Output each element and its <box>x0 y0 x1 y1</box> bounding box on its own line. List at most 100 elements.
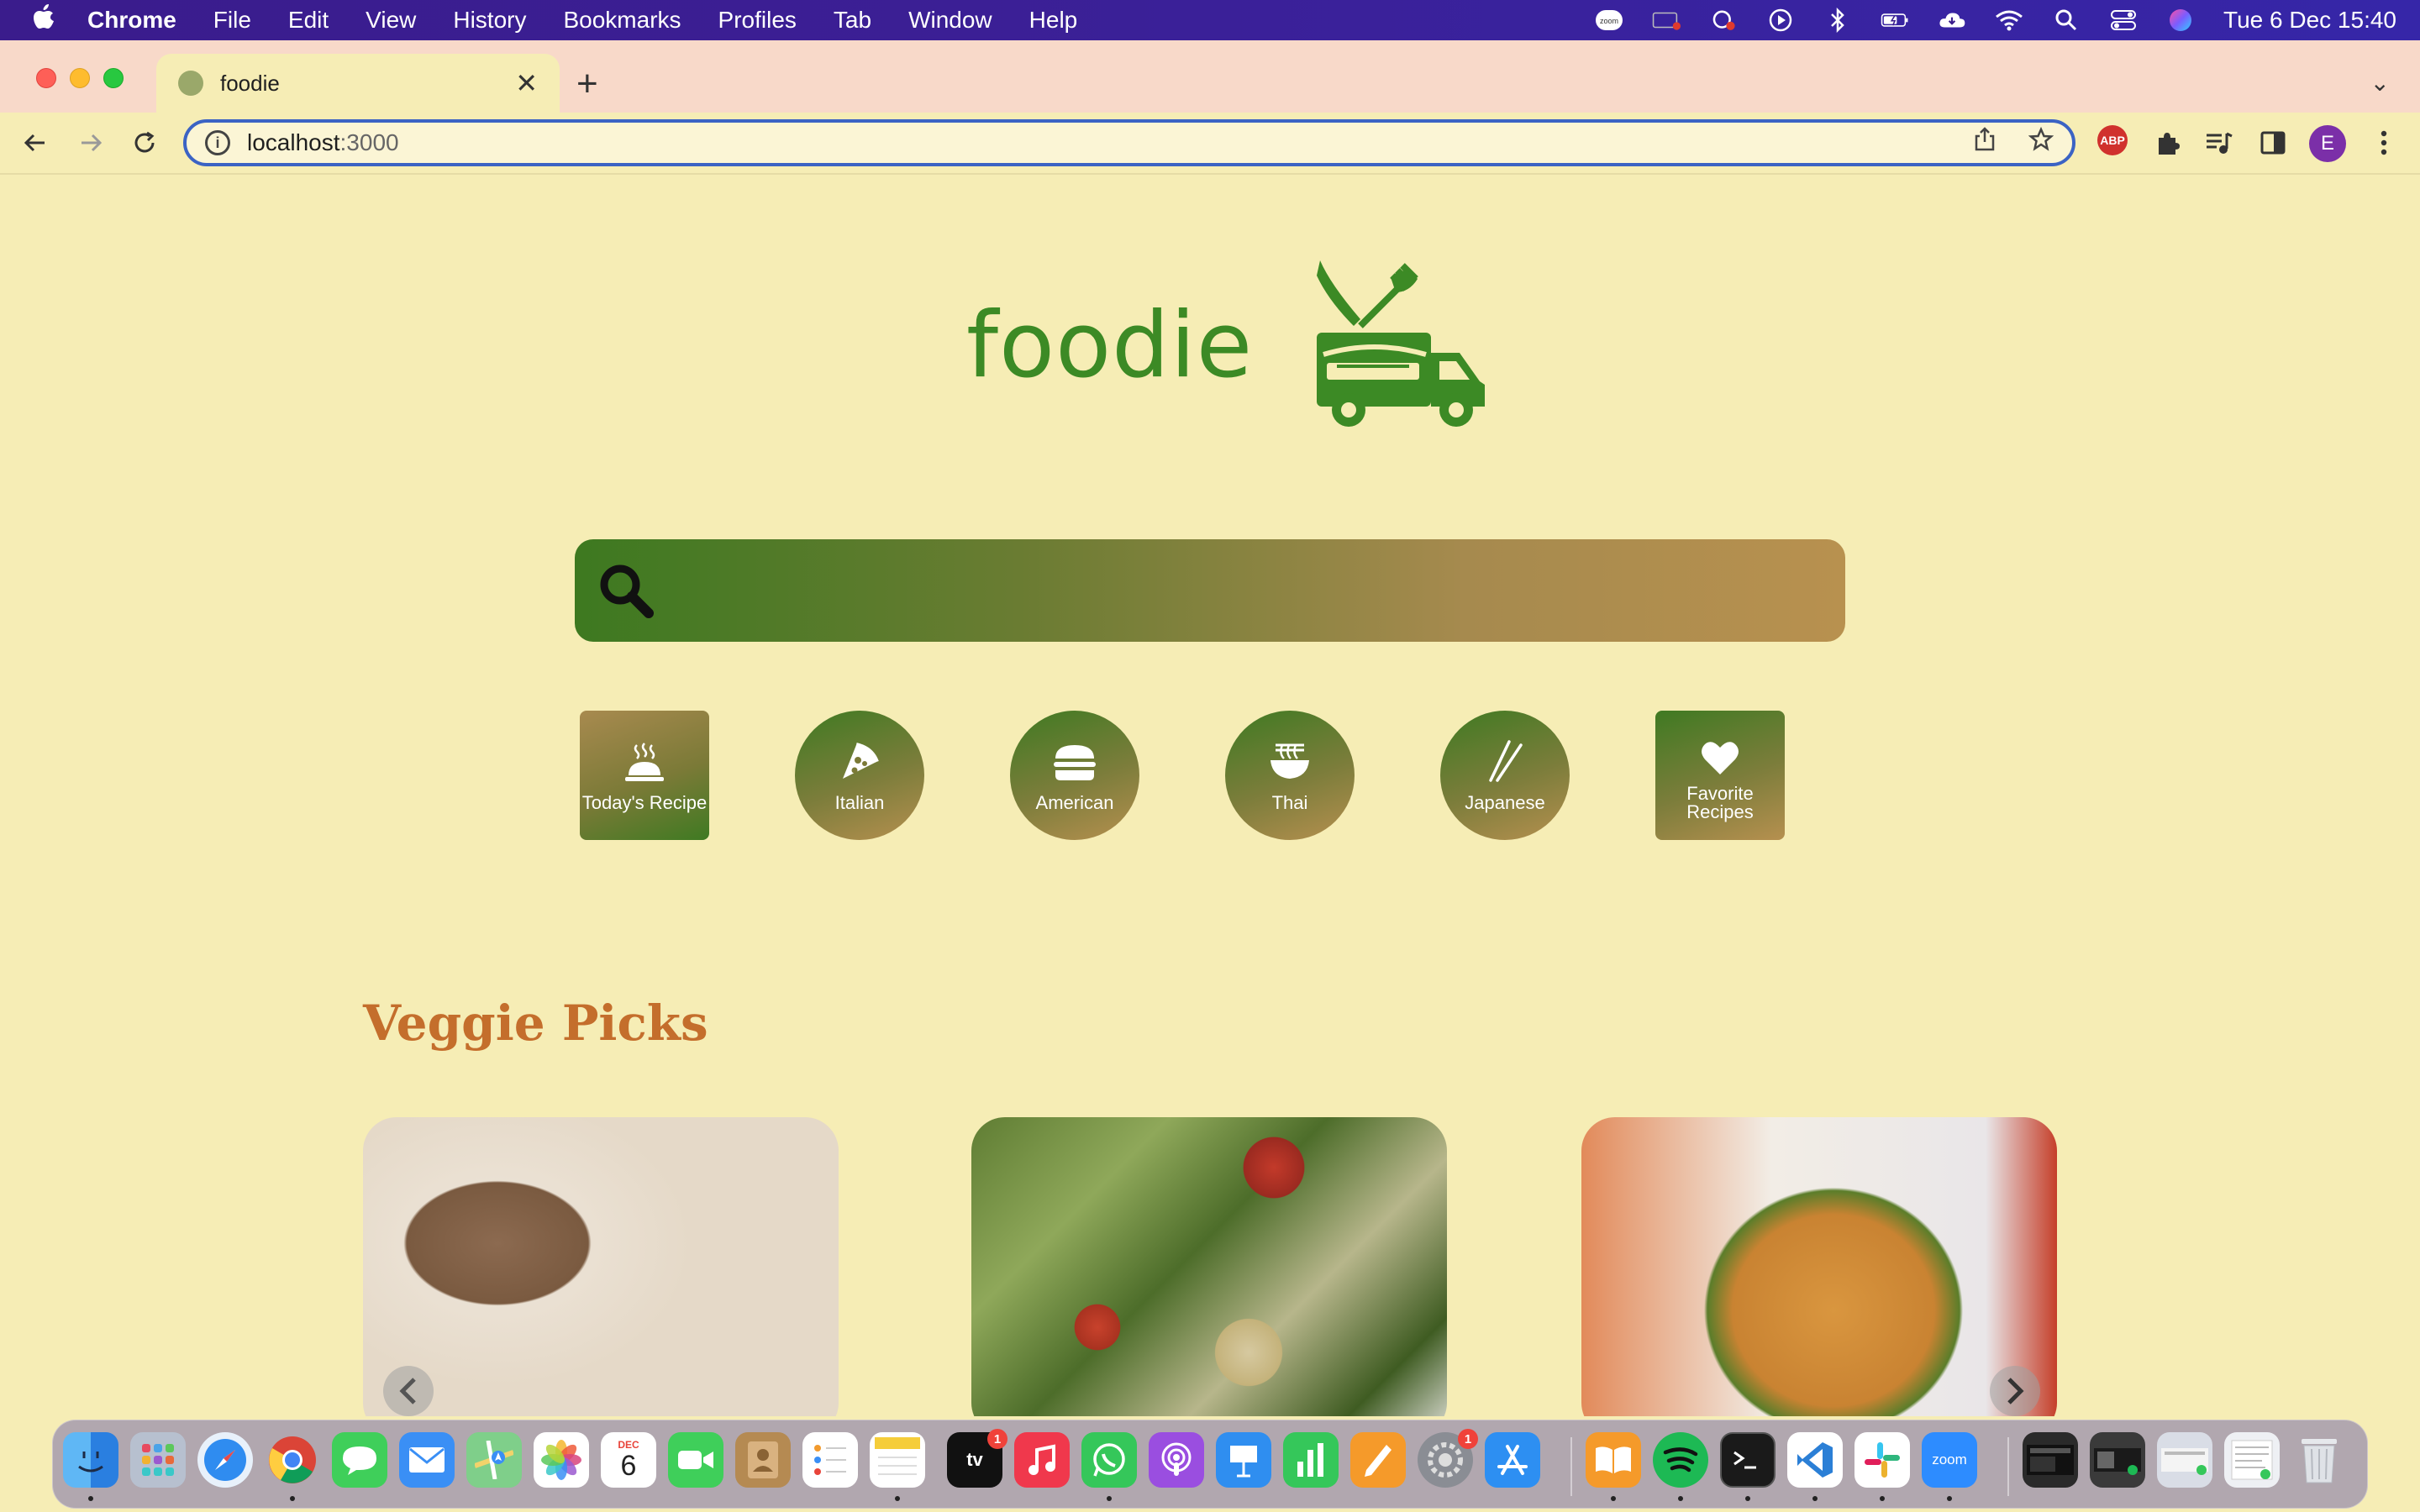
reload-button[interactable] <box>126 124 163 161</box>
bluetooth-icon[interactable] <box>1823 8 1852 33</box>
browser-tab-active[interactable]: foodie ✕ <box>156 54 560 113</box>
running-indicator <box>895 1496 900 1501</box>
category-italian-button[interactable]: Italian <box>795 711 924 840</box>
photos-icon[interactable] <box>534 1432 589 1488</box>
control-center-icon[interactable] <box>2109 8 2138 33</box>
whatsapp-icon[interactable] <box>1081 1432 1137 1488</box>
app-store-icon[interactable] <box>1485 1432 1540 1488</box>
facetime-icon[interactable] <box>668 1432 723 1488</box>
maps-icon[interactable] <box>466 1432 522 1488</box>
contacts-icon[interactable] <box>735 1432 791 1488</box>
menu-bookmarks[interactable]: Bookmarks <box>544 7 699 34</box>
mail-icon[interactable] <box>399 1432 455 1488</box>
carousel-next-arrow-icon[interactable] <box>1990 1366 2040 1416</box>
address-bar[interactable]: i localhost:3000 <box>183 119 2075 166</box>
forward-button[interactable] <box>72 124 109 161</box>
safari-icon[interactable] <box>197 1432 253 1488</box>
bookmark-star-icon[interactable] <box>2028 126 2054 159</box>
carousel-prev-arrow-icon[interactable] <box>383 1366 434 1416</box>
system-preferences-icon[interactable]: 1 <box>1418 1429 1478 1488</box>
recipe-card-image[interactable] <box>971 1117 1447 1416</box>
new-tab-button[interactable]: + <box>576 66 598 102</box>
menu-tab[interactable]: Tab <box>815 7 890 34</box>
music-icon[interactable] <box>1014 1432 1070 1488</box>
minimized-window-thumbnail[interactable] <box>2090 1432 2145 1488</box>
category-japanese-button[interactable]: Japanese <box>1440 711 1570 840</box>
keynote-icon[interactable] <box>1216 1432 1271 1488</box>
spotify-icon[interactable] <box>1653 1432 1708 1488</box>
category-nav: Today's Recipe Italian American Thai Jap… <box>580 711 1840 842</box>
minimized-window-thumbnail[interactable] <box>2224 1432 2280 1488</box>
cloud-icon[interactable] <box>1938 8 1966 33</box>
running-indicator <box>1611 1496 1616 1501</box>
menu-history[interactable]: History <box>434 7 544 34</box>
adblock-plus-icon[interactable]: ABP <box>2097 125 2128 155</box>
battery-icon[interactable] <box>1881 8 1909 33</box>
category-american-button[interactable]: American <box>1010 711 1139 840</box>
siri-icon[interactable] <box>2166 8 2195 33</box>
menu-app-name[interactable]: Chrome <box>87 7 195 34</box>
extensions-puzzle-icon[interactable] <box>2149 125 2185 160</box>
profile-avatar[interactable]: E <box>2309 125 2346 162</box>
window-minimize-button[interactable] <box>70 68 90 88</box>
tab-search-chevron-icon[interactable]: ⌄ <box>2370 69 2390 97</box>
category-favorite-recipes-button[interactable]: Favorite Recipes <box>1655 711 1785 840</box>
menu-profiles[interactable]: Profiles <box>700 7 815 34</box>
share-icon[interactable] <box>1973 127 1996 159</box>
minimized-window-thumbnail[interactable] <box>2157 1432 2212 1488</box>
pages-icon[interactable] <box>1350 1432 1406 1488</box>
calendar-day: 6 <box>620 1450 637 1482</box>
calendar-icon[interactable]: DEC 6 <box>601 1432 656 1488</box>
spotlight-search-icon[interactable] <box>2052 8 2081 33</box>
apple-tv-icon[interactable]: tv 1 <box>947 1429 1007 1488</box>
creative-cloud-icon[interactable] <box>1709 8 1738 33</box>
messages-icon[interactable] <box>332 1432 387 1488</box>
search-input[interactable] <box>655 539 1845 642</box>
side-panel-icon[interactable] <box>2255 125 2291 160</box>
search-icon[interactable] <box>597 561 655 620</box>
address-url[interactable]: localhost:3000 <box>247 129 1973 156</box>
category-label: Japanese <box>1465 792 1545 813</box>
chopsticks-icon <box>1489 740 1523 782</box>
finder-icon[interactable] <box>63 1432 118 1488</box>
zoom-app-icon[interactable]: zoom <box>1922 1432 1977 1488</box>
screen-record-icon[interactable] <box>1652 8 1681 33</box>
menu-view[interactable]: View <box>347 7 434 34</box>
books-icon[interactable] <box>1586 1432 1641 1488</box>
menu-edit[interactable]: Edit <box>270 7 347 34</box>
zoom-icon[interactable]: zoom <box>1595 8 1623 33</box>
notes-icon[interactable] <box>870 1432 925 1488</box>
menu-window[interactable]: Window <box>890 7 1011 34</box>
profile-initial: E <box>2320 132 2334 155</box>
minimized-window-thumbnail[interactable] <box>2023 1432 2078 1488</box>
vscode-icon[interactable] <box>1787 1432 1843 1488</box>
slack-icon[interactable] <box>1854 1432 1910 1488</box>
window-zoom-button[interactable] <box>103 68 124 88</box>
media-controls-icon[interactable] <box>2202 125 2237 160</box>
chrome-menu-kebab-icon[interactable] <box>2366 125 2402 160</box>
trash-icon[interactable] <box>2291 1432 2347 1488</box>
window-close-button[interactable] <box>36 68 56 88</box>
recipe-search-bar[interactable] <box>575 539 1845 642</box>
tab-close-icon[interactable]: ✕ <box>515 67 538 99</box>
menu-file[interactable]: File <box>195 7 270 34</box>
tab-favicon-icon <box>178 71 203 96</box>
play-icon[interactable] <box>1766 8 1795 33</box>
apple-menu-icon[interactable] <box>0 4 87 36</box>
menu-bar-clock[interactable]: Tue 6 Dec 15:40 <box>2223 7 2396 34</box>
podcasts-icon[interactable] <box>1149 1432 1204 1488</box>
terminal-icon[interactable] <box>1720 1432 1776 1488</box>
wifi-icon[interactable] <box>1995 8 2023 33</box>
chrome-icon[interactable] <box>265 1432 320 1488</box>
reminders-icon[interactable] <box>802 1432 858 1488</box>
launchpad-icon[interactable] <box>130 1432 186 1488</box>
menu-help[interactable]: Help <box>1011 7 1097 34</box>
recipe-card-image[interactable] <box>1581 1117 2057 1416</box>
back-button[interactable] <box>17 124 54 161</box>
recipe-card-image[interactable] <box>363 1117 839 1416</box>
category-thai-button[interactable]: Thai <box>1225 711 1355 840</box>
category-todays-recipe-button[interactable]: Today's Recipe <box>580 711 709 840</box>
foodie-logo[interactable]: foodie <box>966 259 1488 432</box>
site-info-icon[interactable]: i <box>205 130 230 155</box>
numbers-icon[interactable] <box>1283 1432 1339 1488</box>
